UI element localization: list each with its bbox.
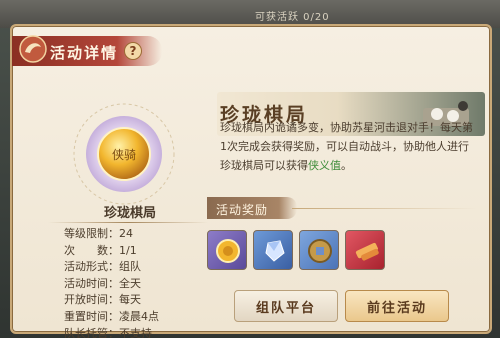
activity-points-text: 可获活跃 0/20 xyxy=(255,12,330,23)
red-scroll-icon xyxy=(355,242,379,261)
activity-detail-panel: 活动详情 ? 侠骑 珍珑棋局 等级限制：24 次 数：1/1 活动形式：组队 活… xyxy=(10,24,492,338)
activity-name: 珍珑棋局 xyxy=(103,206,156,221)
reward-gold-coin[interactable] xyxy=(207,230,247,270)
info-leader-auto: 队长托管：不支持 xyxy=(64,326,152,338)
info-activity-time: 活动时间：全天 xyxy=(64,276,141,290)
panel-title: 活动详情 xyxy=(50,44,119,62)
activity-medal-icon: 侠骑 xyxy=(73,103,175,205)
team-platform-button[interactable]: 组队平台 xyxy=(234,290,338,322)
help-icon[interactable]: ? xyxy=(124,42,142,60)
activity-info-list: 等级限制：24 次 数：1/1 活动形式：组队 活动时间：全天 开放时间：每天 … xyxy=(64,226,214,338)
dragon-emblem-icon xyxy=(19,35,47,63)
rewards-divider xyxy=(292,208,477,209)
copper-coin-icon xyxy=(308,239,332,263)
divider xyxy=(48,222,208,223)
description-end: 。 xyxy=(341,159,352,172)
info-open-time: 开放时间：每天 xyxy=(64,293,141,307)
reward-crystal[interactable] xyxy=(253,230,293,270)
rewards-label: 活动奖励 xyxy=(216,203,269,217)
crystal-gem-icon xyxy=(265,240,285,262)
description-highlight: 侠义值 xyxy=(308,159,341,172)
gold-coin-icon xyxy=(216,239,240,263)
info-format: 活动形式：组队 xyxy=(64,260,141,274)
info-reset-time: 重置时间：凌晨4点 xyxy=(64,309,159,323)
info-count: 次 数：1/1 xyxy=(64,243,137,257)
medal-text: 侠骑 xyxy=(112,148,136,162)
info-level-limit: 等级限制：24 xyxy=(64,227,133,240)
reward-red-scroll[interactable] xyxy=(345,230,385,270)
go-to-activity-button[interactable]: 前往活动 xyxy=(345,290,449,322)
reward-copper-coin[interactable] xyxy=(299,230,339,270)
activity-description: 珍珑棋局内诡谲多变，协助苏星河击退对手！每天第1次完成会获得奖励，可以自动战斗，… xyxy=(220,118,478,175)
